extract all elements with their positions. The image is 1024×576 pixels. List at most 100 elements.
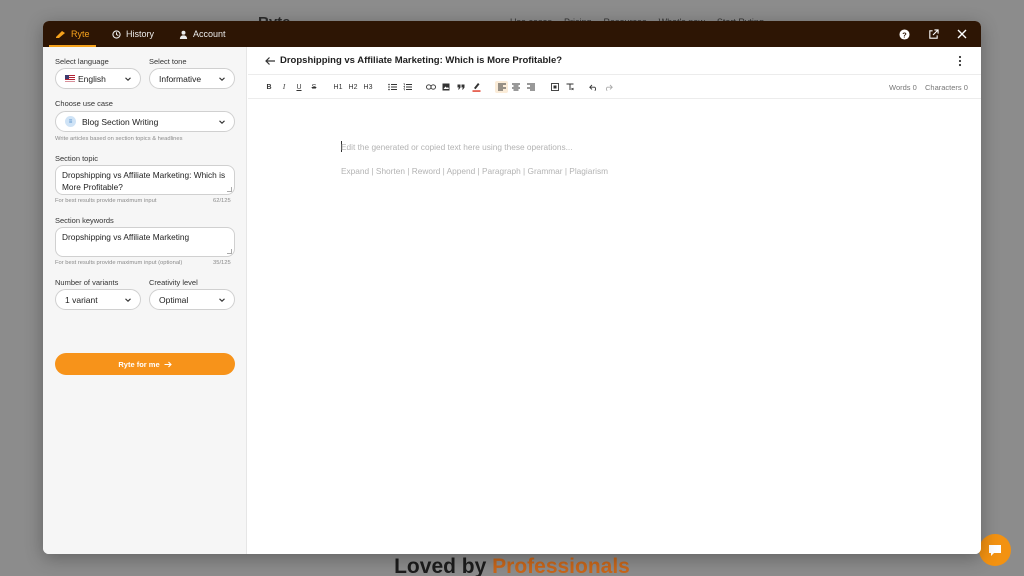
tab-account[interactable]: Account	[179, 21, 226, 47]
writing-hand-icon	[56, 30, 65, 38]
use-case-select[interactable]: ≡ Blog Section Writing	[55, 111, 235, 132]
quote-button[interactable]	[456, 81, 466, 93]
history-icon	[112, 29, 121, 39]
embed-icon	[551, 83, 559, 91]
ryte-modal: Ryte History Account ? Select language E…	[43, 21, 981, 554]
open-external-button[interactable]	[926, 27, 940, 41]
align-left-icon	[497, 83, 506, 91]
keywords-counter: 35/125	[213, 260, 231, 266]
quote-icon	[457, 84, 465, 90]
undo-icon	[588, 84, 596, 91]
character-count: Characters 0	[925, 83, 968, 92]
italic-button[interactable]: I	[279, 81, 289, 93]
arrow-left-icon[interactable]	[264, 55, 276, 67]
chevron-down-icon	[125, 298, 131, 302]
align-right-button[interactable]	[526, 81, 536, 93]
heading-3-button[interactable]: H3	[362, 81, 374, 93]
strikethrough-button[interactable]: S	[309, 81, 319, 93]
keywords-textarea[interactable]: Dropshipping vs Affiliate Marketing	[55, 227, 235, 257]
external-link-icon	[928, 28, 939, 39]
resize-handle-icon[interactable]	[227, 187, 232, 192]
topic-textarea[interactable]: Dropshipping vs Affiliate Marketing: Whi…	[55, 165, 235, 195]
editor-operations-hint: Expand | Shorten | Reword | Append | Par…	[341, 166, 609, 176]
heading-1-button[interactable]: H1	[332, 81, 344, 93]
help-button[interactable]: ?	[897, 27, 911, 41]
link-button[interactable]	[426, 81, 436, 93]
align-center-button[interactable]	[511, 81, 521, 93]
user-icon	[179, 30, 188, 39]
background-footer-title: Loved by Professionals	[0, 555, 1024, 576]
document-title: Dropshipping vs Affiliate Marketing: Whi…	[280, 55, 563, 66]
embed-button[interactable]	[550, 81, 560, 93]
variants-value: 1 variant	[65, 294, 98, 305]
resize-handle-icon[interactable]	[227, 249, 232, 254]
redo-icon	[605, 84, 613, 91]
word-count: Words 0	[889, 83, 917, 92]
underline-button[interactable]: U	[294, 81, 304, 93]
creativity-value: Optimal	[159, 294, 189, 305]
formatting-toolbar: B I U S H1 H2 H3 Words 0 Characters 0	[248, 75, 981, 99]
image-icon	[442, 83, 450, 91]
language-value: English	[78, 73, 106, 84]
variants-select[interactable]: 1 variant	[55, 289, 141, 310]
topic-counter: 62/125	[213, 198, 231, 204]
ryte-for-me-label: Ryte for me	[118, 359, 160, 369]
variants-label: Number of variants	[55, 278, 119, 287]
close-icon	[957, 29, 967, 39]
ryte-for-me-button[interactable]: Ryte for me	[55, 353, 235, 375]
tone-label: Select tone	[149, 57, 187, 66]
close-modal-button[interactable]	[955, 27, 969, 41]
redo-button[interactable]	[603, 81, 613, 93]
editor-header: Dropshipping vs Affiliate Marketing: Whi…	[248, 47, 981, 75]
numbered-list-button[interactable]	[402, 81, 412, 93]
tab-history[interactable]: History	[112, 21, 154, 47]
chat-icon	[989, 544, 1001, 556]
align-right-icon	[527, 83, 535, 91]
topic-label: Section topic	[55, 154, 98, 163]
chevron-down-icon	[219, 77, 225, 81]
image-button[interactable]	[441, 81, 451, 93]
text-color-button[interactable]	[471, 81, 481, 93]
blog-icon: ≡	[65, 116, 76, 127]
tone-select[interactable]: Informative	[149, 68, 235, 89]
tab-ryte[interactable]: Ryte	[49, 21, 95, 47]
align-center-icon	[512, 83, 520, 91]
footer-title-highlight: Professionals	[492, 555, 630, 576]
use-case-hint: Write articles based on section topics &…	[55, 136, 183, 142]
us-flag-icon	[65, 75, 75, 82]
tone-value: Informative	[159, 73, 202, 84]
topic-hint: For best results provide maximum input	[55, 198, 157, 204]
clear-format-icon	[566, 83, 574, 91]
more-vertical-icon[interactable]	[955, 54, 965, 68]
use-case-label: Choose use case	[55, 99, 113, 108]
bold-button[interactable]: B	[264, 81, 274, 93]
keywords-hint: For best results provide maximum input (…	[55, 260, 183, 266]
modal-topbar: Ryte History Account ?	[43, 21, 981, 47]
heading-2-button[interactable]: H2	[347, 81, 359, 93]
settings-sidebar: Select language English Select tone Info…	[43, 47, 247, 554]
creativity-select[interactable]: Optimal	[149, 289, 235, 310]
chevron-down-icon	[219, 120, 225, 124]
help-icon: ?	[898, 28, 910, 40]
language-label: Select language	[55, 57, 109, 66]
keywords-label: Section keywords	[55, 216, 114, 225]
bullet-list-icon	[387, 83, 397, 91]
language-select[interactable]: English	[55, 68, 141, 89]
creativity-label: Creativity level	[149, 278, 198, 287]
svg-text:?: ?	[902, 30, 907, 39]
link-icon	[426, 84, 436, 90]
numbered-list-icon	[403, 83, 412, 91]
editor-panel: Dropshipping vs Affiliate Marketing: Whi…	[248, 47, 981, 554]
align-left-button[interactable]	[495, 81, 508, 93]
tab-account-label: Account	[193, 29, 226, 39]
arrow-right-icon	[164, 361, 172, 367]
topic-value: Dropshipping vs Affiliate Marketing: Whi…	[62, 170, 226, 192]
chat-widget-button[interactable]	[979, 534, 1011, 566]
bullet-list-button[interactable]	[387, 81, 397, 93]
footer-title-prefix: Loved by	[394, 555, 493, 576]
highlighter-icon	[472, 83, 480, 92]
editor-placeholder[interactable]: Edit the generated or copied text here u…	[341, 142, 573, 152]
use-case-value: Blog Section Writing	[82, 116, 159, 127]
undo-button[interactable]	[588, 81, 598, 93]
clear-format-button[interactable]	[565, 81, 575, 93]
